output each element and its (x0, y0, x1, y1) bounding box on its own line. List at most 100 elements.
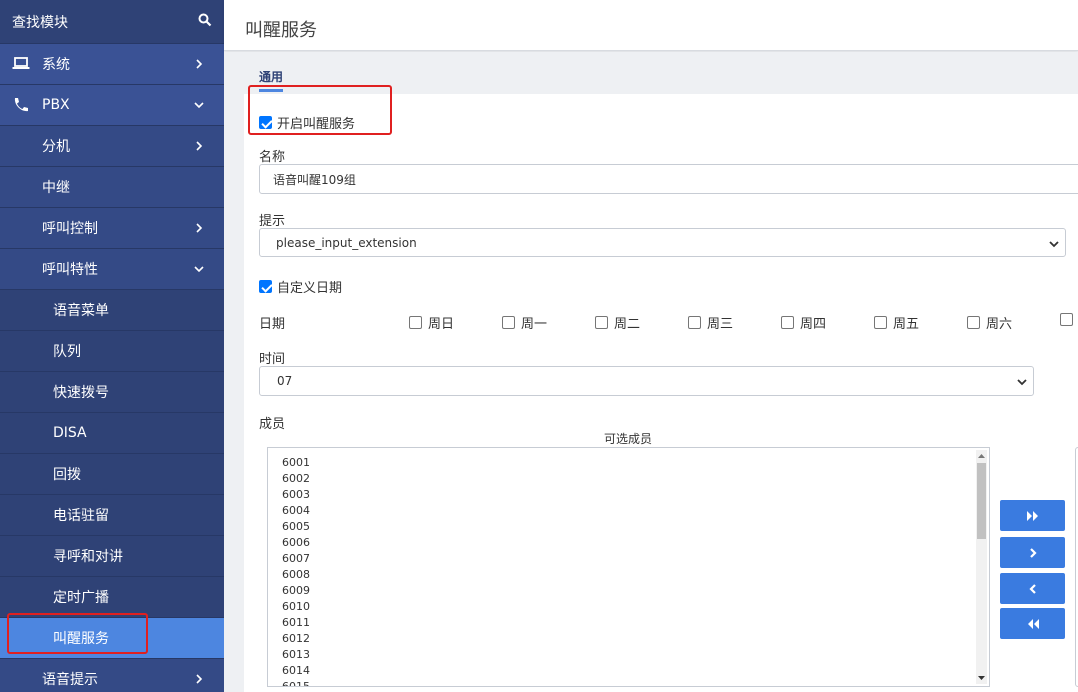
day-friday[interactable]: 周五 (874, 313, 919, 332)
list-item[interactable]: 6013 (282, 648, 310, 661)
sidebar-item-speed-dial[interactable]: 快速拨号 (0, 371, 224, 412)
day-checkbox[interactable] (595, 316, 608, 329)
chevron-right-icon (192, 221, 206, 235)
sidebar-item-extensions[interactable]: 分机 (0, 125, 224, 166)
date-label: 日期 (259, 317, 286, 332)
list-item[interactable]: 6006 (282, 536, 310, 549)
day-tuesday[interactable]: 周二 (595, 313, 640, 332)
day-thursday[interactable]: 周四 (781, 313, 826, 332)
annotation-highlight-enable (248, 85, 392, 135)
list-scrollbar[interactable] (976, 450, 987, 684)
prompt-select[interactable]: please_input_extension (259, 228, 1066, 257)
day-checkbox[interactable] (967, 316, 980, 329)
day-checkbox[interactable] (502, 316, 515, 329)
scroll-up-icon (978, 454, 985, 458)
day-label: 周日 (428, 317, 455, 332)
available-members-label: 可选成员 (604, 432, 653, 446)
sidebar-item-label: 定时广播 (53, 590, 109, 606)
sidebar-item-label: 回拨 (53, 467, 81, 483)
sidebar-item-pbx[interactable]: PBX (0, 84, 224, 125)
chevron-right-icon (192, 57, 206, 71)
prompt-label: 提示 (259, 214, 286, 229)
day-monday[interactable]: 周一 (502, 313, 547, 332)
day-checkbox[interactable] (874, 316, 887, 329)
day-checkbox[interactable] (688, 316, 701, 329)
day-checkbox[interactable] (1060, 313, 1073, 326)
chevron-right-icon (192, 672, 206, 686)
day-label: 周五 (893, 317, 920, 332)
day-checkbox[interactable] (781, 316, 794, 329)
name-input[interactable]: 语音叫醒109组 (259, 164, 1078, 194)
sidebar-item-label: PBX (42, 97, 70, 113)
chevron-down-icon (1017, 376, 1027, 386)
remove-member-button[interactable] (1000, 573, 1065, 604)
sidebar-item-call-features[interactable]: 呼叫特性 (0, 248, 224, 289)
sidebar-item-label: 分机 (42, 139, 70, 155)
sidebar-item-queue[interactable]: 队列 (0, 330, 224, 371)
list-item[interactable]: 6007 (282, 552, 310, 565)
chevron-down-icon (192, 98, 206, 112)
sidebar-item-label: 呼叫特性 (42, 262, 98, 278)
list-item[interactable]: 6010 (282, 600, 310, 613)
sidebar-item-voice-prompts[interactable]: 语音提示 (0, 658, 224, 692)
name-label: 名称 (259, 150, 286, 165)
list-item[interactable]: 6014 (282, 664, 310, 677)
sidebar-item-ivr[interactable]: 语音菜单 (0, 289, 224, 330)
chevron-down-icon (1049, 238, 1059, 248)
list-item[interactable]: 6003 (282, 488, 310, 501)
custom-date-label: 自定义日期 (277, 281, 343, 296)
list-item[interactable]: 6001 (282, 456, 310, 469)
day-wednesday[interactable]: 周三 (688, 313, 733, 332)
sidebar-item-trunk[interactable]: 中继 (0, 166, 224, 207)
list-item[interactable]: 6004 (282, 504, 310, 517)
time-hour-select[interactable]: 07 (259, 366, 1034, 396)
prompt-select-value: please_input_extension (276, 235, 417, 250)
sidebar-item-paging-intercom[interactable]: 寻呼和对讲 (0, 535, 224, 576)
sidebar-item-disa[interactable]: DISA (0, 412, 224, 453)
laptop-icon (12, 56, 30, 72)
scroll-down-icon (978, 676, 985, 680)
available-members-list[interactable]: 6001 6002 6003 6004 6005 6006 6007 6008 … (267, 447, 990, 687)
sidebar-item-system[interactable]: 系统 (0, 43, 224, 84)
sidebar-item-call-control[interactable]: 呼叫控制 (0, 207, 224, 248)
list-item[interactable]: 6009 (282, 584, 310, 597)
list-item[interactable]: 6005 (282, 520, 310, 533)
sidebar-item-label: 电话驻留 (53, 508, 109, 524)
list-item[interactable]: 6008 (282, 568, 310, 581)
module-search-label: 查找模块 (12, 14, 68, 31)
search-icon[interactable] (198, 13, 212, 31)
time-hour-value: 07 (277, 374, 293, 388)
annotation-highlight-sidebar (7, 613, 148, 654)
sidebar: 查找模块 系统 PBX 分机 中继 呼叫控制 呼叫特性 语音菜单 队列 快速拨号… (0, 0, 224, 692)
tab-general[interactable]: 通用 (259, 68, 283, 85)
sidebar-item-label: 中继 (42, 180, 70, 196)
sidebar-item-label: 语音菜单 (53, 303, 109, 319)
name-value: 语音叫醒109组 (273, 172, 356, 187)
day-sunday[interactable]: 周日 (409, 313, 454, 332)
members-label: 成员 (259, 417, 286, 432)
chevron-down-icon (192, 262, 206, 276)
sidebar-item-scheduled-broadcast[interactable]: 定时广播 (0, 576, 224, 617)
list-item[interactable]: 6002 (282, 472, 310, 485)
day-saturday[interactable]: 周六 (967, 313, 1012, 332)
scroll-thumb[interactable] (977, 463, 986, 539)
day-checkbox-cutoff[interactable] (1060, 313, 1073, 326)
add-member-button[interactable] (1000, 537, 1065, 568)
list-item[interactable]: 6012 (282, 632, 310, 645)
remove-all-members-button[interactable] (1000, 608, 1065, 639)
sidebar-item-callback[interactable]: 回拨 (0, 453, 224, 494)
list-item[interactable]: 6011 (282, 616, 310, 629)
sidebar-item-call-park[interactable]: 电话驻留 (0, 494, 224, 535)
day-checkbox[interactable] (409, 316, 422, 329)
add-all-members-button[interactable] (1000, 500, 1065, 531)
sidebar-item-label: 语音提示 (42, 672, 98, 688)
custom-date-row[interactable]: 自定义日期 (259, 277, 342, 296)
page-title: 叫醒服务 (245, 20, 317, 41)
day-label: 周四 (800, 317, 827, 332)
module-search[interactable]: 查找模块 (0, 0, 224, 43)
chevron-right-icon (1029, 547, 1037, 558)
custom-date-checkbox[interactable] (259, 280, 272, 293)
day-label: 周六 (986, 317, 1013, 332)
sidebar-item-label: 系统 (42, 57, 70, 73)
list-item[interactable]: 6015 (282, 680, 310, 686)
